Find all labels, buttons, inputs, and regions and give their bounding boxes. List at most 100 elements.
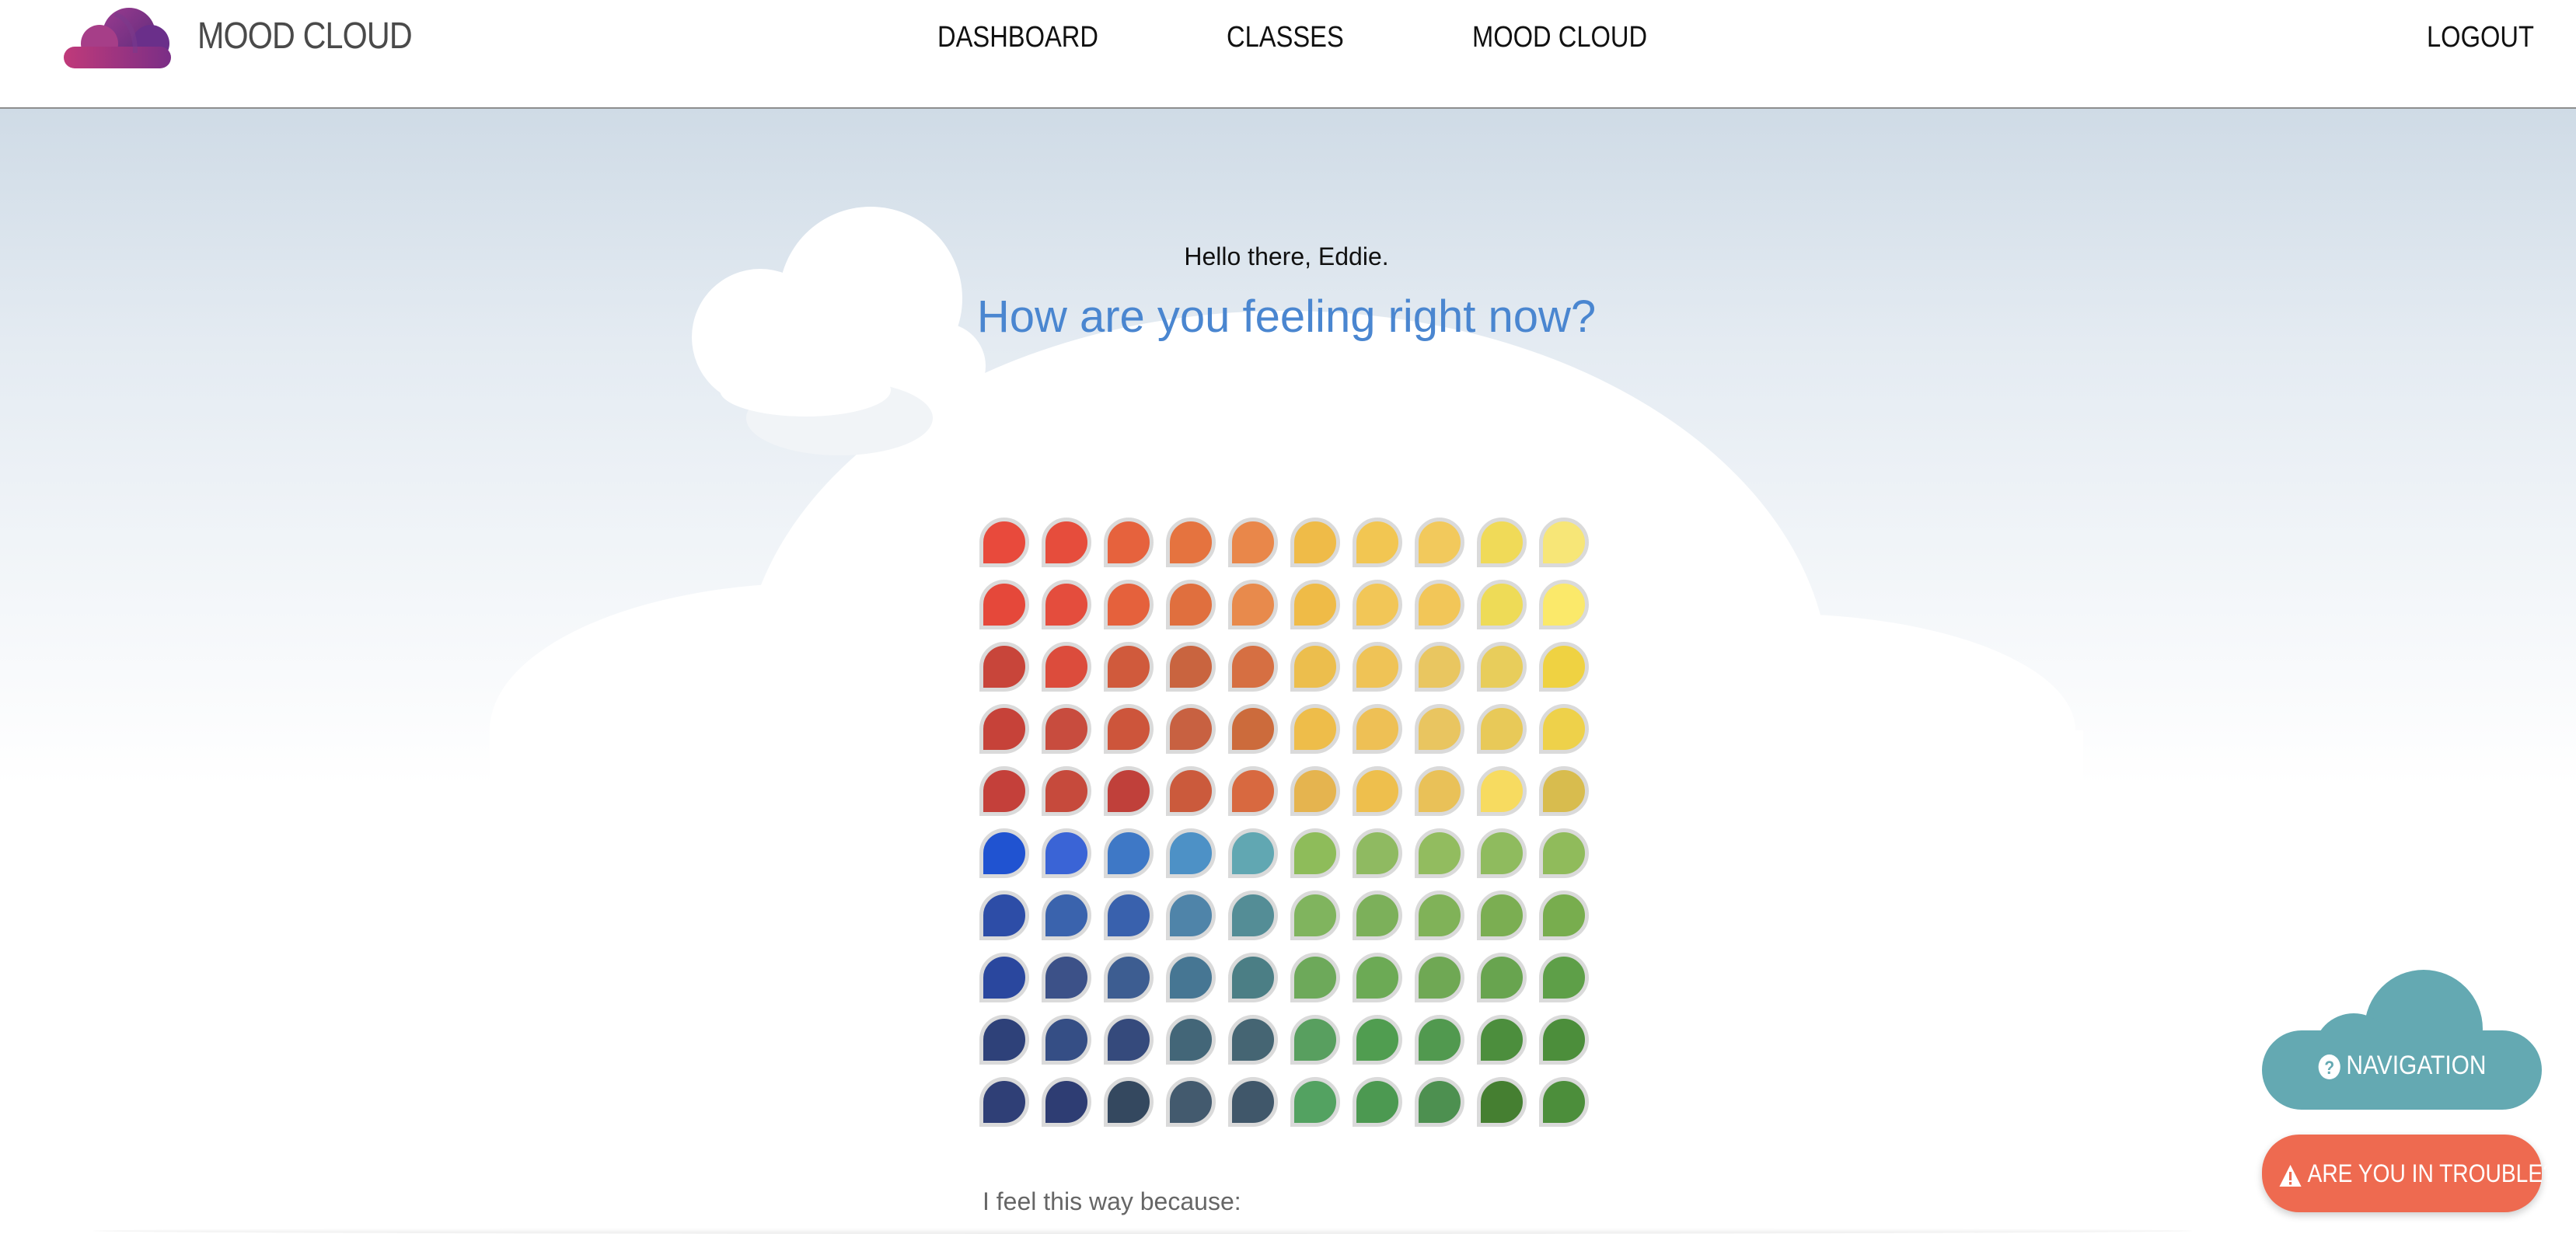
mood-option[interactable]	[1539, 642, 1589, 692]
mood-option[interactable]	[1042, 953, 1091, 1002]
mood-option[interactable]	[1415, 828, 1464, 878]
mood-option[interactable]	[1290, 828, 1340, 878]
mood-option[interactable]	[1228, 828, 1278, 878]
mood-option[interactable]	[1415, 704, 1464, 754]
mood-option[interactable]	[1415, 642, 1464, 692]
mood-option[interactable]	[979, 642, 1029, 692]
mood-option[interactable]	[1290, 518, 1340, 567]
mood-option[interactable]	[1477, 642, 1527, 692]
mood-option[interactable]	[1290, 766, 1340, 816]
mood-option[interactable]	[1166, 1077, 1216, 1127]
mood-option[interactable]	[1042, 1015, 1091, 1065]
mood-option[interactable]	[1477, 766, 1527, 816]
mood-option[interactable]	[1166, 891, 1216, 940]
mood-option[interactable]	[1415, 518, 1464, 567]
mood-option[interactable]	[1353, 704, 1402, 754]
nav-mood-cloud[interactable]: MOOD CLOUD	[1472, 17, 1647, 58]
mood-option[interactable]	[1104, 704, 1154, 754]
mood-option[interactable]	[1228, 1077, 1278, 1127]
mood-option[interactable]	[1042, 642, 1091, 692]
mood-option[interactable]	[1539, 953, 1589, 1002]
mood-option[interactable]	[1104, 828, 1154, 878]
nav-dashboard[interactable]: DASHBOARD	[937, 17, 1098, 58]
mood-option[interactable]	[1290, 1015, 1340, 1065]
brand-title[interactable]: MOOD CLOUD	[197, 11, 413, 62]
mood-option[interactable]	[1104, 580, 1154, 629]
mood-option[interactable]	[1477, 1015, 1527, 1065]
mood-option[interactable]	[1104, 642, 1154, 692]
mood-option[interactable]	[1042, 891, 1091, 940]
trouble-alert-button[interactable]: ARE YOU IN TROUBLE?	[2262, 1135, 2555, 1212]
mood-option[interactable]	[1290, 891, 1340, 940]
mood-option[interactable]	[1166, 953, 1216, 1002]
mood-option[interactable]	[1228, 766, 1278, 816]
mood-option[interactable]	[1166, 1015, 1216, 1065]
mood-option[interactable]	[1539, 580, 1589, 629]
mood-option[interactable]	[1228, 642, 1278, 692]
mood-option[interactable]	[1477, 953, 1527, 1002]
mood-option[interactable]	[1290, 704, 1340, 754]
mood-option[interactable]	[1539, 518, 1589, 567]
mood-option[interactable]	[1539, 704, 1589, 754]
mood-option[interactable]	[979, 518, 1029, 567]
mood-option[interactable]	[1477, 704, 1527, 754]
mood-option[interactable]	[1104, 518, 1154, 567]
mood-option[interactable]	[1228, 891, 1278, 940]
mood-option[interactable]	[1415, 580, 1464, 629]
navigation-button-label[interactable]: ? NAVIGATION	[2279, 1051, 2525, 1081]
mood-option[interactable]	[1228, 704, 1278, 754]
mood-option[interactable]	[979, 580, 1029, 629]
mood-option[interactable]	[1415, 891, 1464, 940]
mood-option[interactable]	[979, 1077, 1029, 1127]
mood-option[interactable]	[1042, 580, 1091, 629]
mood-option[interactable]	[1353, 828, 1402, 878]
mood-option[interactable]	[1104, 766, 1154, 816]
mood-option[interactable]	[1353, 1015, 1402, 1065]
mood-option[interactable]	[1539, 1015, 1589, 1065]
mood-option[interactable]	[1042, 1077, 1091, 1127]
mood-option[interactable]	[1415, 1015, 1464, 1065]
navigation-cloud-button[interactable]	[2254, 970, 2550, 1117]
nav-logout[interactable]: LOGOUT	[2427, 17, 2534, 58]
mood-option[interactable]	[1104, 1015, 1154, 1065]
mood-option[interactable]	[1228, 580, 1278, 629]
mood-option[interactable]	[1539, 828, 1589, 878]
mood-option[interactable]	[979, 1015, 1029, 1065]
mood-option[interactable]	[1415, 766, 1464, 816]
mood-option[interactable]	[1104, 1077, 1154, 1127]
mood-option[interactable]	[1290, 580, 1340, 629]
mood-option[interactable]	[1539, 766, 1589, 816]
mood-option[interactable]	[1539, 891, 1589, 940]
mood-option[interactable]	[979, 766, 1029, 816]
mood-option[interactable]	[979, 704, 1029, 754]
mood-option[interactable]	[1290, 642, 1340, 692]
mood-option[interactable]	[1415, 953, 1464, 1002]
mood-option[interactable]	[1166, 642, 1216, 692]
mood-option[interactable]	[1166, 766, 1216, 816]
mood-option[interactable]	[1353, 766, 1402, 816]
mood-option[interactable]	[1353, 580, 1402, 629]
mood-option[interactable]	[1353, 891, 1402, 940]
mood-option[interactable]	[1477, 1077, 1527, 1127]
mood-option[interactable]	[1477, 828, 1527, 878]
mood-option[interactable]	[1415, 1077, 1464, 1127]
mood-option[interactable]	[1042, 518, 1091, 567]
mood-option[interactable]	[1353, 953, 1402, 1002]
mood-option[interactable]	[979, 891, 1029, 940]
mood-option[interactable]	[1042, 828, 1091, 878]
mood-option[interactable]	[1166, 828, 1216, 878]
cloud-logo-icon[interactable]	[61, 6, 174, 68]
mood-option[interactable]	[1042, 704, 1091, 754]
mood-option[interactable]	[1104, 953, 1154, 1002]
mood-option[interactable]	[1477, 891, 1527, 940]
mood-option[interactable]	[1477, 580, 1527, 629]
mood-option[interactable]	[1104, 891, 1154, 940]
mood-option[interactable]	[1353, 642, 1402, 692]
mood-option[interactable]	[1166, 580, 1216, 629]
mood-option[interactable]	[1477, 518, 1527, 567]
mood-option[interactable]	[1539, 1077, 1589, 1127]
mood-option[interactable]	[1228, 518, 1278, 567]
mood-option[interactable]	[1353, 518, 1402, 567]
mood-option[interactable]	[1042, 766, 1091, 816]
mood-option[interactable]	[979, 953, 1029, 1002]
